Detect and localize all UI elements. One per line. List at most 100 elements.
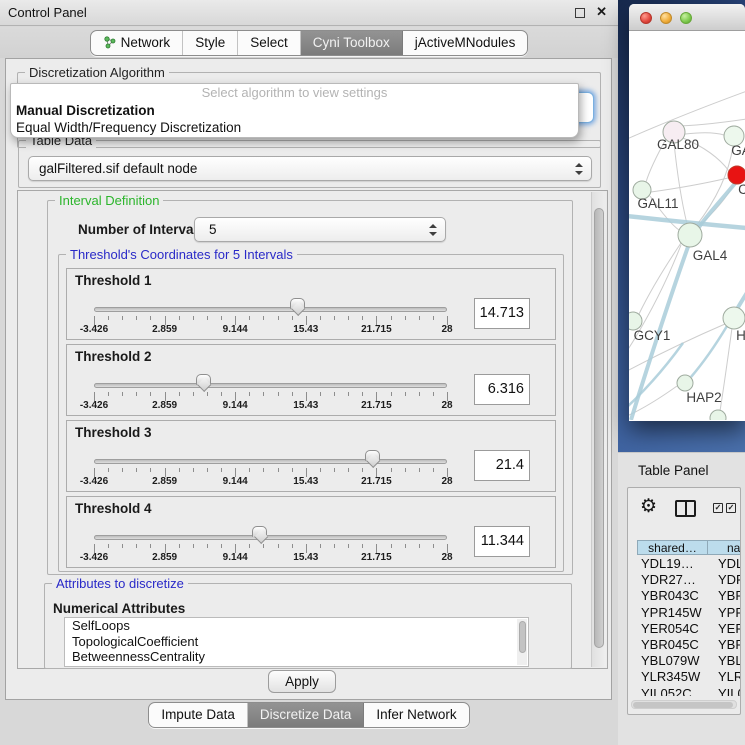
network-node-label: C — [738, 182, 745, 197]
popup-option-manual-discretization[interactable]: Manual Discretization — [11, 102, 578, 119]
popup-option-equal-width-frequency[interactable]: Equal Width/Frequency Discretization — [11, 119, 578, 136]
slider-track[interactable] — [94, 307, 447, 312]
network-edge — [737, 291, 745, 309]
network-graph[interactable]: GAL80GACGAL11GAL4GCY1HHAP2 — [629, 31, 745, 420]
network-node-label: GAL80 — [657, 137, 699, 152]
tab-label: Impute Data — [161, 703, 235, 727]
attribute-list-item[interactable]: TopologicalCoefficient — [65, 634, 528, 650]
slider-tick-labels: -3.4262.8599.14415.4321.71528 — [94, 400, 447, 412]
slider-thumb[interactable] — [290, 298, 305, 309]
table-row[interactable]: YBR045CYBR0 — [637, 637, 741, 653]
threshold-2-panel: Threshold 2 -3.4262.8599.14415.4321.7152… — [66, 344, 556, 416]
zoom-traffic-light-icon[interactable] — [680, 12, 692, 24]
group-title: Interval Definition — [55, 193, 163, 208]
network-edge — [674, 143, 687, 224]
slider-track[interactable] — [94, 383, 447, 388]
scrollbar-thumb[interactable] — [519, 621, 526, 653]
network-node-label: GCY1 — [634, 328, 671, 343]
table-row[interactable]: YIL052CYIL0 — [637, 686, 741, 697]
table-row[interactable]: YBR043CYBR0 — [637, 588, 741, 604]
network-node-label: GAL4 — [693, 248, 728, 263]
network-node-label: GAL11 — [637, 196, 678, 211]
group-title: Threshold's Coordinates for 5 Intervals — [66, 247, 297, 262]
tab-label: Style — [195, 31, 225, 55]
close-icon[interactable]: ✕ — [596, 4, 607, 20]
tab-label: Network — [121, 31, 171, 55]
tab-label: jActiveMNodules — [415, 31, 516, 55]
table-row[interactable]: YBL079WYBL0 — [637, 653, 741, 669]
network-edge — [720, 328, 732, 411]
slider-tick-labels: -3.4262.8599.14415.4321.71528 — [94, 324, 447, 336]
table-row[interactable]: YDR27…YDR2 — [637, 572, 741, 588]
number-of-intervals-combobox[interactable]: 5 — [194, 217, 446, 242]
threshold-3-panel: Threshold 3 -3.4262.8599.14415.4321.7152… — [66, 420, 556, 492]
slider-track[interactable] — [94, 459, 447, 464]
split-columns-icon[interactable] — [675, 500, 696, 517]
tab-network[interactable]: Network — [91, 31, 184, 55]
column-header-name[interactable]: name — [707, 540, 741, 555]
tab-label: Discretize Data — [260, 703, 352, 727]
tab-style[interactable]: Style — [183, 31, 238, 55]
tab-select[interactable]: Select — [238, 31, 301, 55]
network-view-window[interactable]: GAL80GACGAL11GAL4GCY1HHAP2 — [629, 4, 745, 421]
spinner-arrows-icon — [575, 163, 583, 175]
horizontal-scrollbar[interactable] — [631, 700, 737, 709]
network-edge — [639, 243, 681, 314]
table-header: shared… name — [637, 540, 741, 555]
table-data-combobox[interactable]: galFiltered.sif default node — [28, 156, 592, 181]
algorithm-dropdown-popup: Select algorithm to view settings Manual… — [10, 83, 579, 138]
screen: Control Panel ✕ — [0, 0, 745, 745]
top-tabstrip: Network Style Select Cyni Toolbox jActiv… — [0, 27, 618, 58]
interval-definition-group: Interval Definition Number of Intervals … — [47, 200, 573, 575]
apply-button[interactable]: Apply — [268, 670, 336, 693]
control-panel-titlebar: Control Panel ✕ — [0, 0, 618, 26]
desktop-background: GAL80GACGAL11GAL4GCY1HHAP2 — [618, 0, 745, 452]
attributes-group: Attributes to discretize Numerical Attri… — [44, 583, 572, 669]
tab-cyni-toolbox[interactable]: Cyni Toolbox — [301, 31, 403, 55]
threshold-value-field[interactable]: 21.4 — [474, 450, 530, 481]
close-traffic-light-icon[interactable] — [640, 12, 652, 24]
network-edge — [651, 178, 728, 192]
table-row[interactable]: YLR345WYLR3 — [637, 669, 741, 685]
threshold-value-field[interactable]: 14.713 — [474, 298, 530, 329]
network-node — [723, 307, 745, 329]
slider-thumb[interactable] — [196, 374, 211, 385]
table-row[interactable]: YER054CYER0 — [637, 621, 741, 637]
combobox-value: 5 — [209, 218, 217, 241]
network-node-label: H — [736, 328, 745, 343]
tab-discretize-data[interactable]: Discretize Data — [248, 703, 365, 727]
checked-box-icon[interactable]: ✓ — [726, 503, 736, 513]
slider-thumb[interactable] — [365, 450, 380, 461]
attributes-listbox[interactable]: SelfLoopsTopologicalCoefficientBetweenne… — [64, 617, 529, 667]
vertical-scrollbar[interactable] — [591, 192, 606, 667]
attribute-list-item[interactable]: SelfLoops — [65, 618, 528, 634]
group-title: Discretization Algorithm — [25, 65, 169, 80]
slider-thumb[interactable] — [252, 526, 267, 537]
threshold-value-field[interactable]: 11.344 — [474, 526, 530, 557]
threshold-value-field[interactable]: 6.316 — [474, 374, 530, 405]
list-scrollbar[interactable] — [517, 619, 527, 665]
table-row[interactable]: YPR145WYPR1 — [637, 605, 741, 621]
minimize-traffic-light-icon[interactable] — [660, 12, 672, 24]
tab-label: Cyni Toolbox — [313, 31, 390, 55]
column-header-shared[interactable]: shared… — [637, 540, 707, 555]
scrollbar-thumb[interactable] — [594, 208, 604, 648]
slider-track[interactable] — [94, 535, 447, 540]
checked-box-icon[interactable]: ✓ — [713, 503, 723, 513]
float-window-icon[interactable] — [575, 8, 585, 18]
network-edge — [691, 326, 727, 377]
group-title: Attributes to discretize — [52, 576, 188, 591]
network-window-titlebar[interactable] — [629, 4, 745, 31]
tab-label: Infer Network — [376, 703, 456, 727]
tab-jactivemnodules[interactable]: jActiveMNodules — [403, 31, 528, 55]
tab-infer-network[interactable]: Infer Network — [364, 703, 468, 727]
network-canvas[interactable]: GAL80GACGAL11GAL4GCY1HHAP2 — [629, 31, 745, 420]
combobox-value: galFiltered.sif default node — [39, 157, 197, 180]
table-row[interactable]: YDL19…YDL1 — [637, 556, 741, 572]
tab-impute-data[interactable]: Impute Data — [149, 703, 248, 727]
network-edge — [629, 343, 683, 407]
scrollbar-thumb[interactable] — [633, 702, 733, 708]
table-panel-title: Table Panel — [638, 463, 709, 478]
attribute-list-item[interactable]: BetweennessCentrality — [65, 649, 528, 665]
settings-gear-icon[interactable]: ⚙ — [640, 496, 657, 518]
